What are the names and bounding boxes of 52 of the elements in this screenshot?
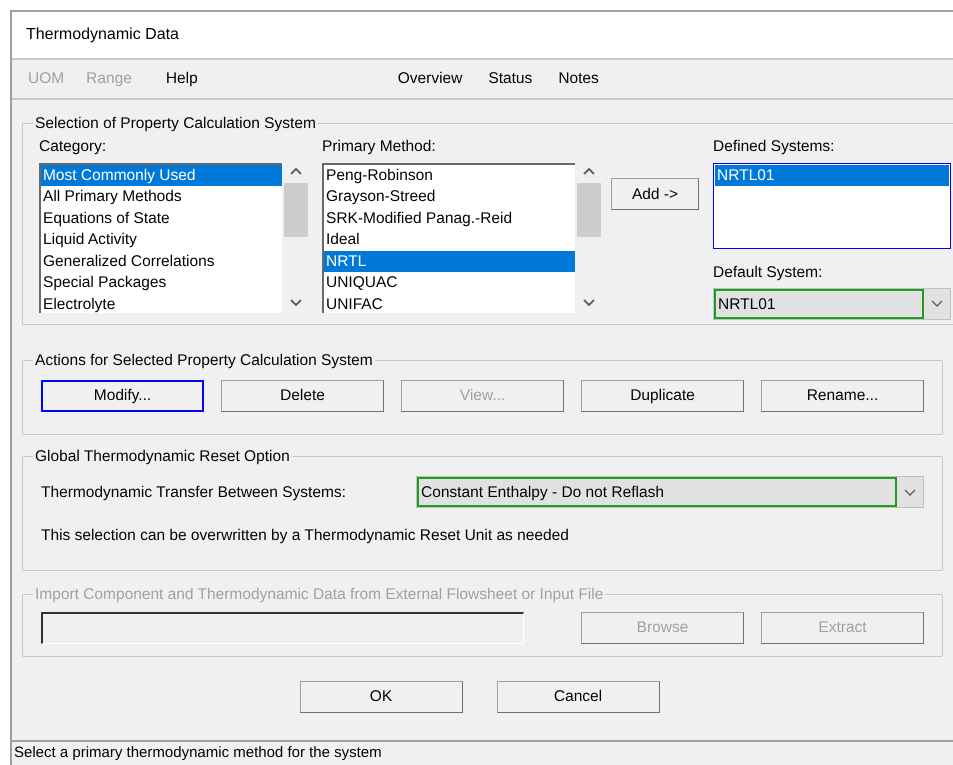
list-item[interactable]: Peng-Robinson [324,164,575,186]
scroll-up-icon[interactable] [290,166,302,174]
dialog-button[interactable]: Delete [221,380,384,412]
list-item[interactable]: Liquid Activity [41,229,282,250]
dialog-button[interactable]: Cancel [496,680,660,713]
field-label: Primary Method: [322,137,437,158]
list-box[interactable]: Most Commonly Used All Primary Methods Equations of State Liquid Activity Generalized Correlations Special Packages Electrolyte [39,162,282,312]
list-item[interactable]: Most Commonly Used [41,164,282,186]
dialog-button[interactable]: OK [300,680,462,713]
group-title: Global Thermodynamic Reset Option [34,447,291,467]
view-link[interactable]: Overview [398,67,462,91]
scroll-down-icon[interactable] [582,298,594,306]
dialog-button[interactable]: Rename... [761,380,924,412]
scroll-thumb[interactable] [284,182,308,236]
chevron-down-icon [931,300,943,308]
dialog-button[interactable]: Modify... [41,380,204,412]
file-path-field[interactable] [41,612,524,644]
scroll-down-icon[interactable] [290,298,302,306]
list-item[interactable]: Generalized Correlations [41,250,282,272]
list-box[interactable]: NRTL01 [713,162,951,248]
list-item[interactable]: Ideal [324,229,575,250]
field-label: Category: [39,137,108,158]
field-label: Default System: [713,262,824,282]
help-text: This selection can be overwritten by a Thermodynamic Reset Unit as needed [41,526,570,546]
list-box[interactable]: Peng-Robinson Grayson-Streed SRK-Modified Panag.-Reid Ideal NRTL UNIQUAC UNIFAC [322,162,575,312]
list-item[interactable]: UNIFAC [324,294,575,312]
menu-item[interactable]: Help [166,67,198,91]
field-label: Thermodynamic Transfer Between Systems: [41,482,347,503]
dropdown-value: NRTL01 [714,288,924,319]
window-title: Thermodynamic Data [26,25,179,45]
group-title: Import Component and Thermodynamic Data from External Flowsheet or Input File [34,584,604,604]
dialog-button[interactable]: Duplicate [581,380,744,412]
status-bar-text: Select a primary thermodynamic method for the system [14,743,382,764]
list-item[interactable]: UNIQUAC [324,272,575,294]
group-title: Selection of Property Calculation System [34,114,317,134]
list-item[interactable]: SRK-Modified Panag.-Reid [324,208,575,229]
dropdown[interactable]: NRTL01 [713,288,951,320]
scroll-thumb[interactable] [576,182,600,236]
list-item[interactable]: Special Packages [41,272,282,294]
list-item[interactable]: NRTL01 [715,164,949,186]
list-item[interactable]: Grayson-Streed [324,186,575,208]
dialog-button[interactable]: Add -> [611,178,699,210]
scroll-up-icon[interactable] [582,166,594,174]
list-item[interactable]: Equations of State [41,208,282,229]
list-item[interactable]: Electrolyte [41,294,282,312]
group-title: Actions for Selected Property Calculation System [34,350,374,371]
chevron-down-icon [904,488,916,496]
list-item[interactable]: All Primary Methods [41,186,282,208]
list-item[interactable]: NRTL [324,250,575,272]
field-label: Defined Systems: [713,137,836,158]
view-link[interactable]: Notes [558,67,599,91]
view-link[interactable]: Status [488,67,532,91]
